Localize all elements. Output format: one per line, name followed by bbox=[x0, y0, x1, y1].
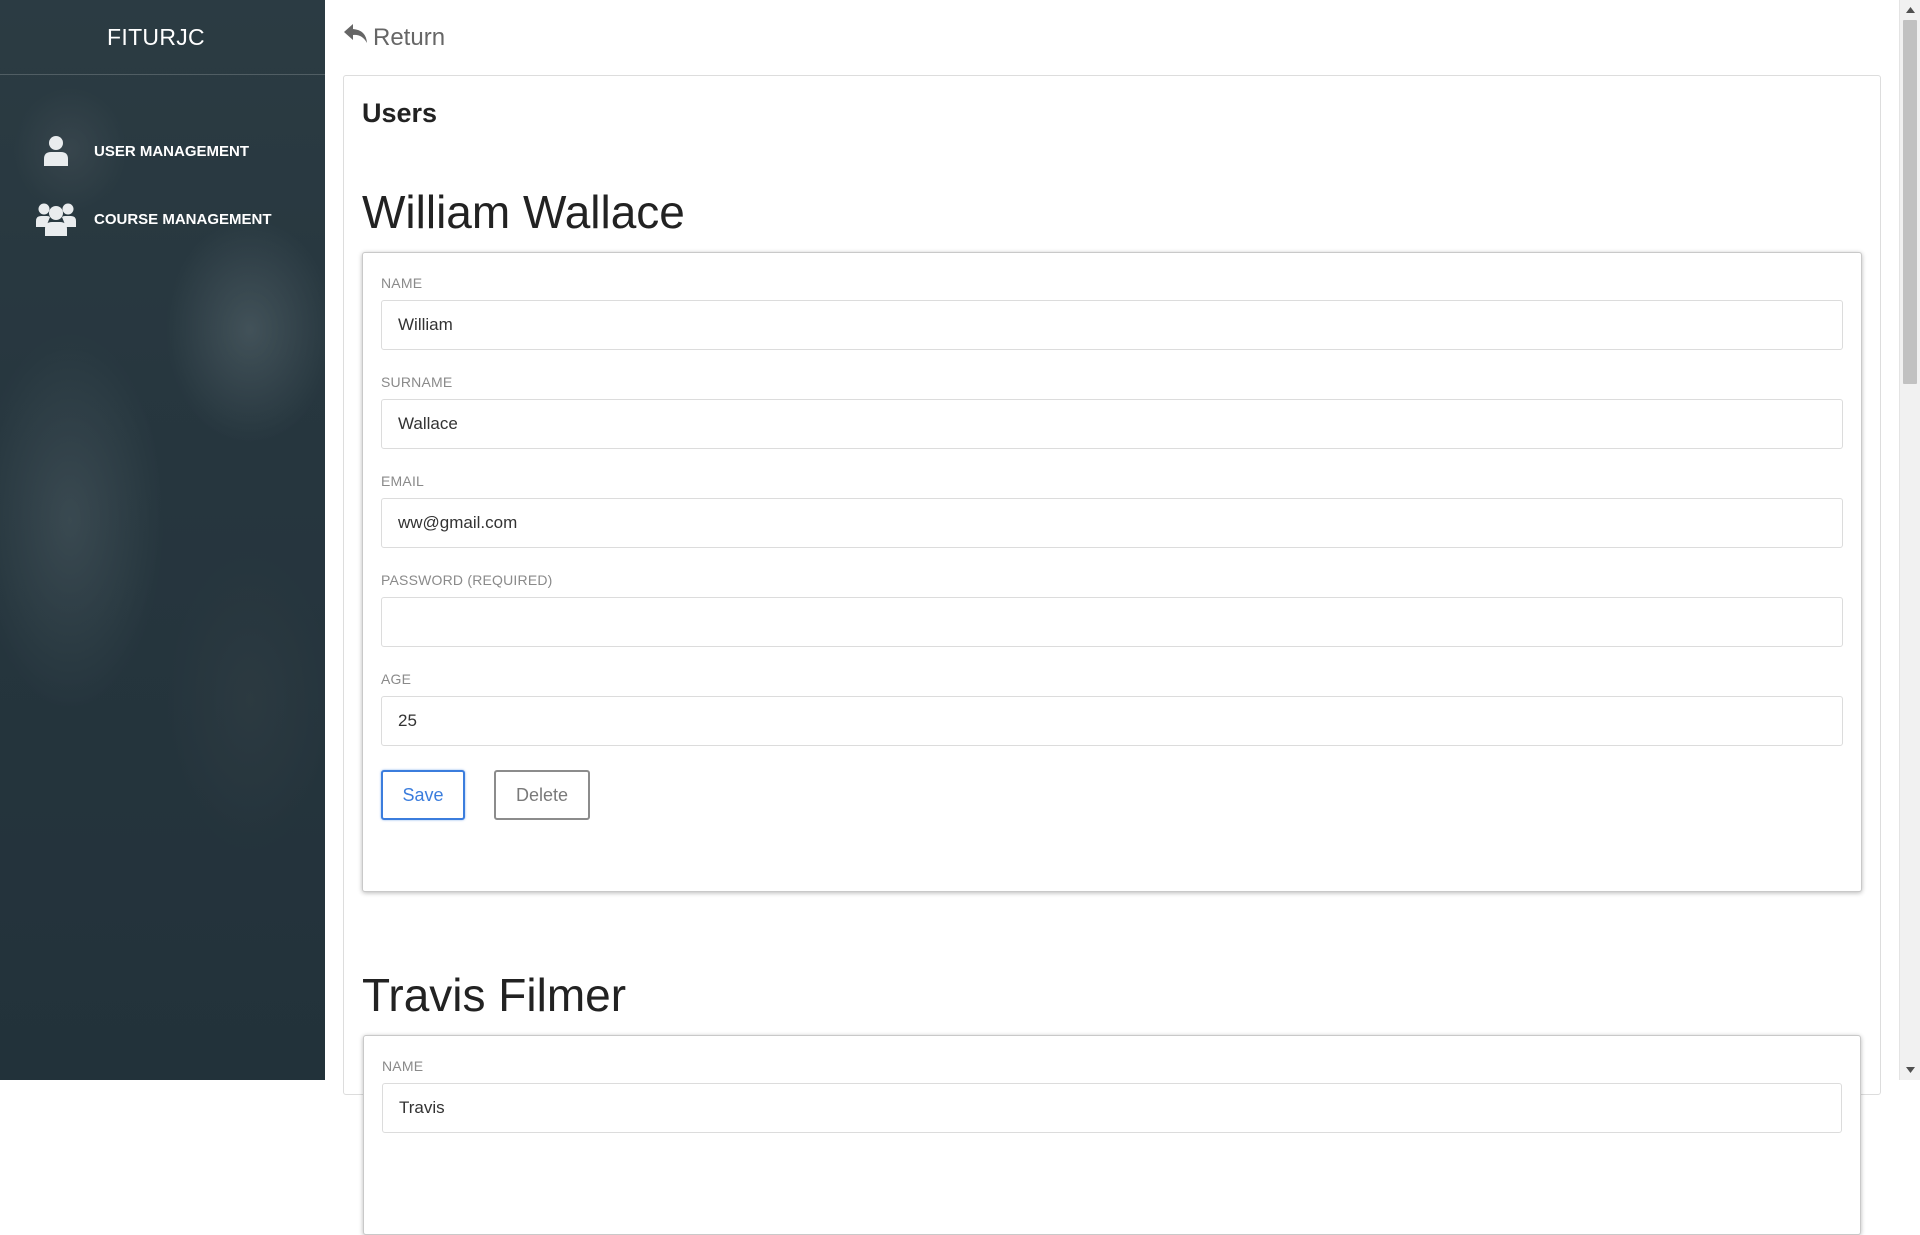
password-field-group: PASSWORD (REQUIRED) bbox=[381, 572, 1843, 647]
delete-button[interactable]: Delete bbox=[494, 770, 590, 820]
surname-input[interactable] bbox=[381, 399, 1843, 449]
return-link[interactable]: Return bbox=[343, 22, 445, 53]
users-group-icon bbox=[36, 199, 76, 239]
sidebar-item-label: USER MANAGEMENT bbox=[94, 142, 250, 160]
name-label: NAME bbox=[382, 1058, 424, 1074]
page-title: Users bbox=[362, 98, 438, 128]
email-input[interactable] bbox=[381, 498, 1843, 548]
age-label: AGE bbox=[381, 671, 412, 687]
surname-field-group: SURNAME bbox=[381, 374, 1843, 449]
age-input[interactable] bbox=[381, 696, 1843, 746]
topbar: Return bbox=[325, 0, 1899, 75]
name-field-group: NAME bbox=[382, 1058, 1842, 1133]
sidebar-nav: USER MANAGEMENT COURSE MANAGEMENT bbox=[0, 75, 325, 253]
name-field-group: NAME bbox=[381, 275, 1843, 350]
scrollbar-thumb[interactable] bbox=[1903, 20, 1917, 384]
users-card: Users William Wallace NAME SURNAME EMAIL… bbox=[343, 75, 1881, 1235]
user-icon bbox=[36, 131, 76, 171]
sidebar: FITURJC USER MANAGEMENT COURSE MANAGEMEN… bbox=[0, 0, 325, 1080]
surname-label: SURNAME bbox=[381, 374, 453, 390]
name-input[interactable] bbox=[382, 1083, 1842, 1133]
save-button[interactable]: Save bbox=[381, 770, 465, 820]
brand-title[interactable]: FITURJC bbox=[0, 0, 325, 75]
user-edit-form: NAME SURNAME EMAIL PASSWORD (REQUIRED) A… bbox=[362, 252, 1862, 892]
email-field-group: EMAIL bbox=[381, 473, 1843, 548]
scroll-down-arrow-icon[interactable] bbox=[1900, 1060, 1920, 1080]
user-heading: Travis Filmer bbox=[362, 969, 627, 1021]
name-label: NAME bbox=[381, 275, 423, 291]
sidebar-item-user-management[interactable]: USER MANAGEMENT bbox=[0, 117, 325, 185]
user-edit-form: NAME bbox=[363, 1035, 1861, 1235]
sidebar-item-label: COURSE MANAGEMENT bbox=[94, 210, 272, 228]
reply-arrow-icon bbox=[343, 22, 373, 53]
sidebar-item-course-management[interactable]: COURSE MANAGEMENT bbox=[0, 185, 325, 253]
return-label: Return bbox=[373, 23, 446, 51]
email-label: EMAIL bbox=[381, 473, 425, 489]
name-input[interactable] bbox=[381, 300, 1843, 350]
scroll-up-arrow-icon[interactable] bbox=[1900, 0, 1920, 20]
password-label: PASSWORD (REQUIRED) bbox=[381, 572, 553, 588]
user-heading: William Wallace bbox=[362, 186, 685, 238]
password-input[interactable] bbox=[381, 597, 1843, 647]
age-field-group: AGE bbox=[381, 671, 1843, 746]
vertical-scrollbar[interactable] bbox=[1899, 0, 1920, 1080]
form-actions: Save Delete bbox=[381, 770, 1843, 820]
